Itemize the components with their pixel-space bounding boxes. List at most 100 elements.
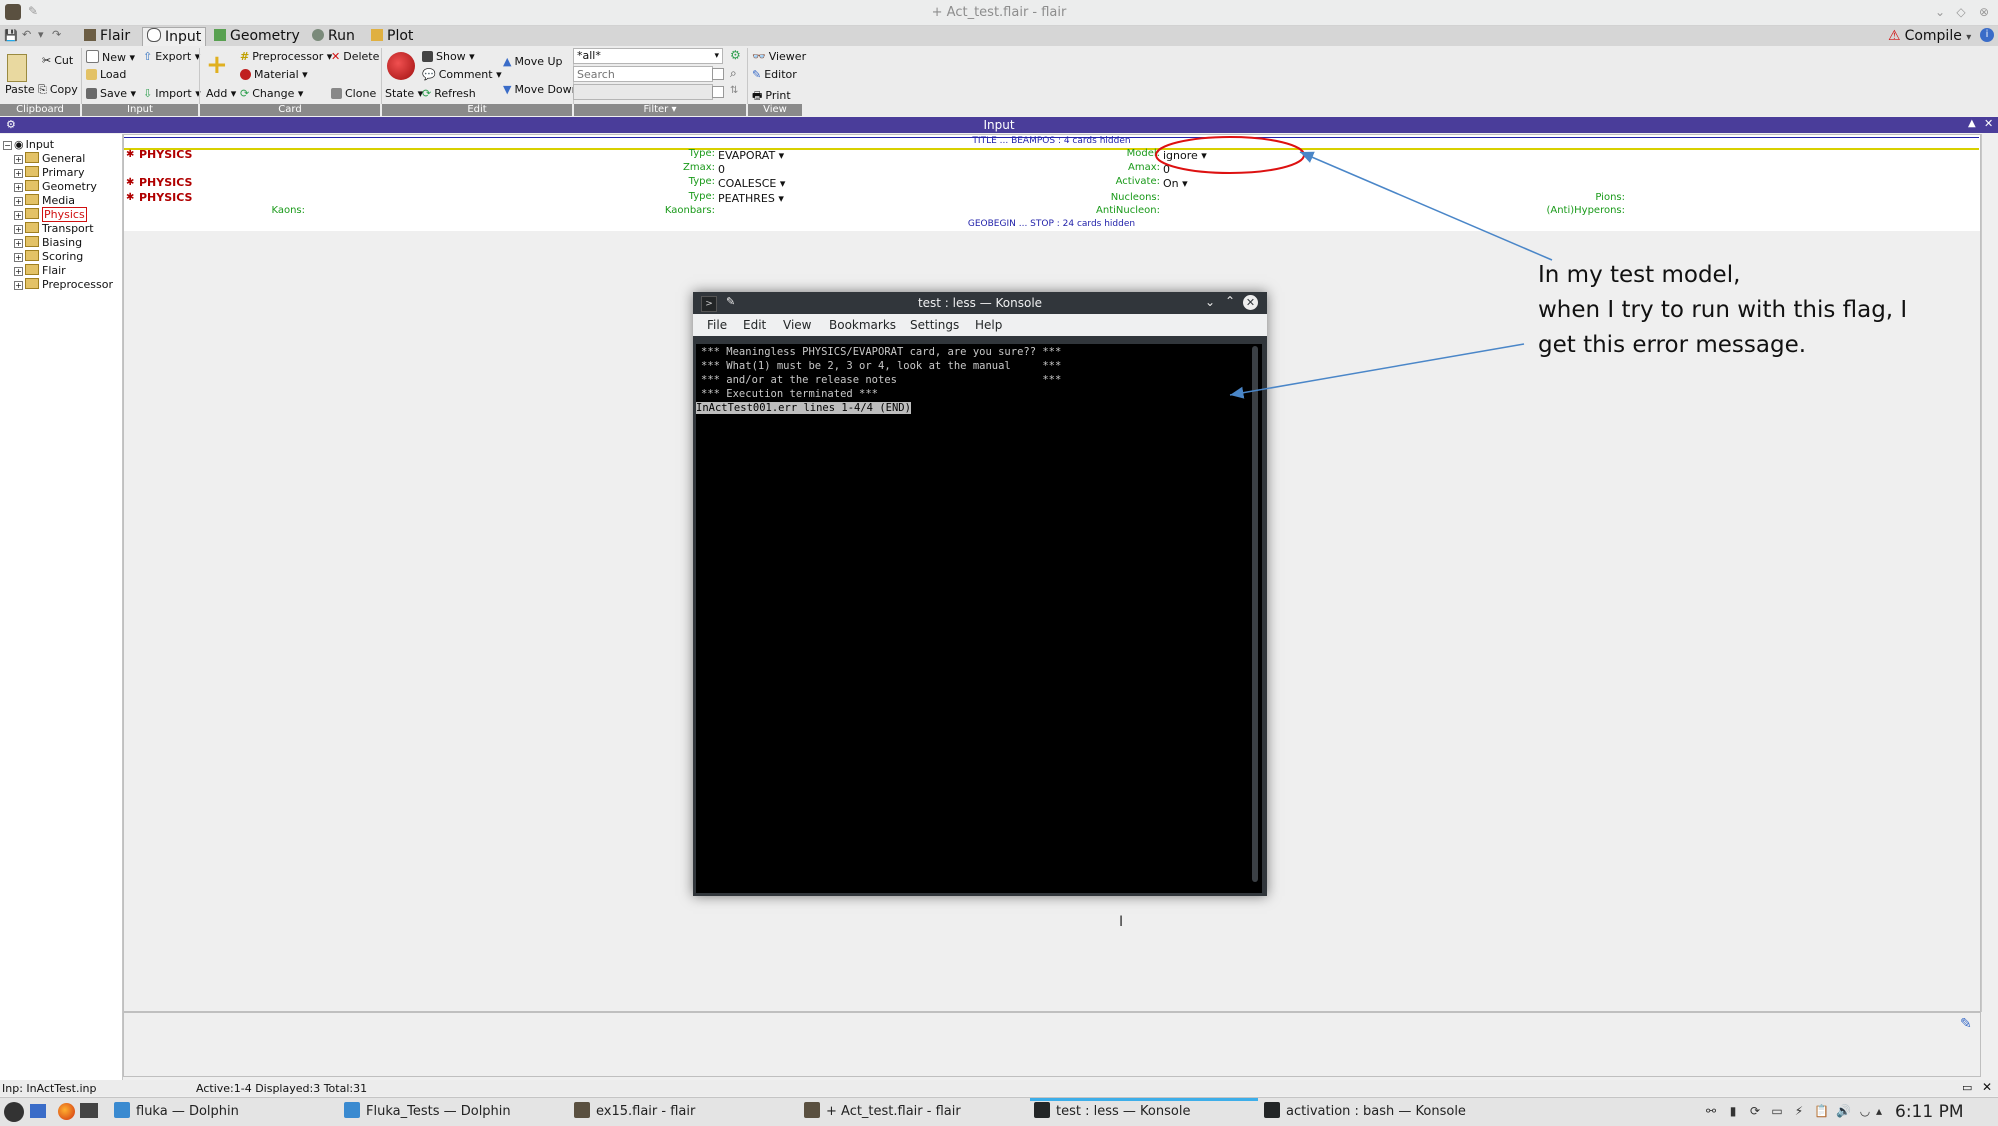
tab-geometry[interactable]: Geometry [210, 27, 304, 45]
close-icon[interactable]: ✕ [1243, 295, 1258, 310]
import-button[interactable]: ⇩ Import ▾ [143, 87, 201, 100]
tab-run[interactable]: Run [308, 27, 359, 45]
cut-button[interactable]: ✂ Cut [42, 54, 73, 67]
dropdown-icon[interactable]: ▾ [38, 28, 44, 41]
minimize-icon[interactable]: ⌄ [1932, 4, 1948, 20]
search-icon[interactable]: ⌕ [730, 66, 737, 81]
card-activate-value[interactable]: On ▾ [1163, 177, 1188, 190]
task-fluka-dolphin[interactable]: fluka — Dolphin [114, 1102, 239, 1122]
search-input[interactable] [573, 66, 713, 82]
card-model-value[interactable]: ignore ▾ [1163, 149, 1207, 162]
filter-select[interactable]: *all* ▾ [573, 48, 723, 64]
card-state-icon[interactable]: ✱ [126, 192, 134, 203]
konsole-menu-settings[interactable]: Settings [910, 318, 959, 332]
task-act-test-flair[interactable]: + Act_test.flair - flair [804, 1102, 961, 1122]
tree-item-geometry[interactable]: + Geometry [14, 180, 97, 193]
konsole-titlebar[interactable]: > ✎ test : less — Konsole ⌄ ⌃ ✕ [693, 292, 1267, 314]
card-amax-value[interactable]: 0 [1163, 163, 1170, 176]
status-close-icon[interactable]: ✕ [1982, 1080, 1992, 1094]
tree-item-media[interactable]: + Media [14, 194, 75, 207]
maximize-icon[interactable]: ◇ [1953, 4, 1969, 20]
material-button[interactable]: Material ▾ [240, 68, 308, 81]
hidden-cards-bottom[interactable]: GEOBEGIN ... STOP : 24 cards hidden [124, 219, 1979, 229]
move-down-button[interactable]: ▼ Move Down [503, 83, 579, 96]
app-launcher-icon[interactable] [4, 1102, 24, 1122]
volume-icon[interactable]: 🔊 [1836, 1104, 1851, 1118]
editor-button[interactable]: ✎ Editor [752, 68, 797, 81]
show-desktop-icon[interactable] [30, 1104, 46, 1118]
close-icon[interactable]: ⊗ [1976, 4, 1992, 20]
task-ex15-flair[interactable]: ex15.flair - flair [574, 1102, 695, 1122]
card-keyword[interactable]: PHYSICS [139, 148, 192, 161]
load-button[interactable]: Load [86, 68, 126, 81]
add-card-icon[interactable]: + [206, 52, 228, 78]
change-button[interactable]: ⟳ Change ▾ [240, 87, 303, 100]
task-test-konsole[interactable]: test : less — Konsole [1034, 1102, 1190, 1122]
tree-item-scoring[interactable]: + Scoring [14, 250, 83, 263]
state-icon[interactable] [387, 52, 415, 80]
card-keyword[interactable]: PHYSICS [139, 176, 192, 189]
card-type-value[interactable]: EVAPORAT ▾ [718, 149, 784, 162]
editor-scrollbar[interactable] [1981, 134, 1998, 1012]
konsole-menu-bookmarks[interactable]: Bookmarks [829, 318, 896, 332]
redo-icon[interactable]: ↷ [52, 28, 61, 41]
new-button[interactable]: New ▾ [86, 50, 135, 64]
copy-button[interactable]: ⎘ Copy [38, 83, 78, 97]
terminal-output[interactable]: *** Meaningless PHYSICS/EVAPORAT card, a… [696, 344, 1262, 893]
wifi-icon[interactable]: ◡ [1858, 1104, 1872, 1118]
filter-run-icon[interactable]: ⚙ [730, 48, 741, 62]
undo-icon[interactable]: ↶ [22, 28, 31, 41]
konsole-menu-view[interactable]: View [783, 318, 811, 332]
tab-plot[interactable]: Plot [367, 27, 417, 45]
refresh-button[interactable]: ⟳ Refresh [422, 87, 476, 100]
export-button[interactable]: ⇧ Export ▾ [143, 50, 200, 63]
card-detail-panel[interactable] [123, 1012, 1981, 1077]
search-checkbox[interactable] [712, 68, 724, 80]
state-button[interactable]: State ▾ [385, 87, 423, 100]
panel-float-icon[interactable]: ▲ [1968, 118, 1976, 129]
konsole-menu-help[interactable]: Help [975, 318, 1002, 332]
clipboard-icon[interactable]: 📋 [1814, 1104, 1829, 1118]
display-icon[interactable]: ▭ [1770, 1104, 1784, 1118]
quick-save-icon[interactable]: 💾 [4, 29, 18, 42]
tree-item-primary[interactable]: + Primary [14, 166, 85, 179]
card-type-value[interactable]: COALESCE ▾ [718, 177, 785, 190]
card-zmax-value[interactable]: 0 [718, 163, 725, 176]
konsole-menu-edit[interactable]: Edit [743, 318, 766, 332]
delete-button[interactable]: ✕ Delete [331, 50, 379, 63]
save-button[interactable]: Save ▾ [86, 87, 136, 100]
move-up-button[interactable]: ▲ Move Up [503, 55, 563, 68]
card-type-value[interactable]: PEATHRES ▾ [718, 192, 784, 205]
compile-button[interactable]: ⚠ Compile ▾ [1884, 27, 1975, 45]
comment-button[interactable]: 💬 Comment ▾ [422, 68, 502, 81]
tray-expand-icon[interactable]: ▴ [1872, 1104, 1886, 1118]
tree-item-flair[interactable]: + Flair [14, 264, 66, 277]
tree-item-general[interactable]: + General [14, 152, 85, 165]
updates-icon[interactable]: ⟳ [1748, 1104, 1762, 1118]
tab-flair[interactable]: Flair [80, 27, 134, 45]
tree-item-biasing[interactable]: + Biasing [14, 236, 82, 249]
clock[interactable]: 6:11 PM [1895, 1102, 1964, 1122]
monitor-icon[interactable] [80, 1103, 98, 1118]
card-keyword[interactable]: PHYSICS [139, 191, 192, 204]
tree-item-transport[interactable]: + Transport [14, 222, 94, 235]
hidden-cards-top[interactable]: TITLE ... BEAMPOS : 4 cards hidden [124, 136, 1979, 146]
sort-icon[interactable]: ⇅ [730, 85, 738, 96]
terminal-scrollbar[interactable] [1252, 346, 1258, 882]
edit-pencil-icon[interactable]: ✎ [1960, 1016, 1972, 1032]
card-state-icon[interactable]: ✱ [126, 149, 134, 160]
tab-input[interactable]: Input [142, 27, 207, 46]
add-button[interactable]: Add ▾ [206, 87, 236, 100]
task-fluka-tests-dolphin[interactable]: Fluka_Tests — Dolphin [344, 1102, 511, 1122]
panel-close-icon[interactable]: ✕ [1984, 117, 1993, 130]
tree-root[interactable]: − ◉ Input [3, 138, 54, 151]
tree-item-preprocessor[interactable]: + Preprocessor [14, 278, 113, 291]
help-icon[interactable]: i [1980, 28, 1994, 42]
firefox-icon[interactable] [58, 1103, 75, 1120]
viewer-button[interactable]: 👓 Viewer [752, 50, 806, 63]
preprocessor-button[interactable]: # Preprocessor ▾ [240, 50, 332, 63]
minimize-icon[interactable]: ⌄ [1205, 295, 1215, 309]
clone-button[interactable]: Clone [331, 87, 376, 100]
konsole-window[interactable]: > ✎ test : less — Konsole ⌄ ⌃ ✕ File Edi… [693, 292, 1267, 896]
power-icon[interactable]: ⚡ [1792, 1104, 1806, 1118]
